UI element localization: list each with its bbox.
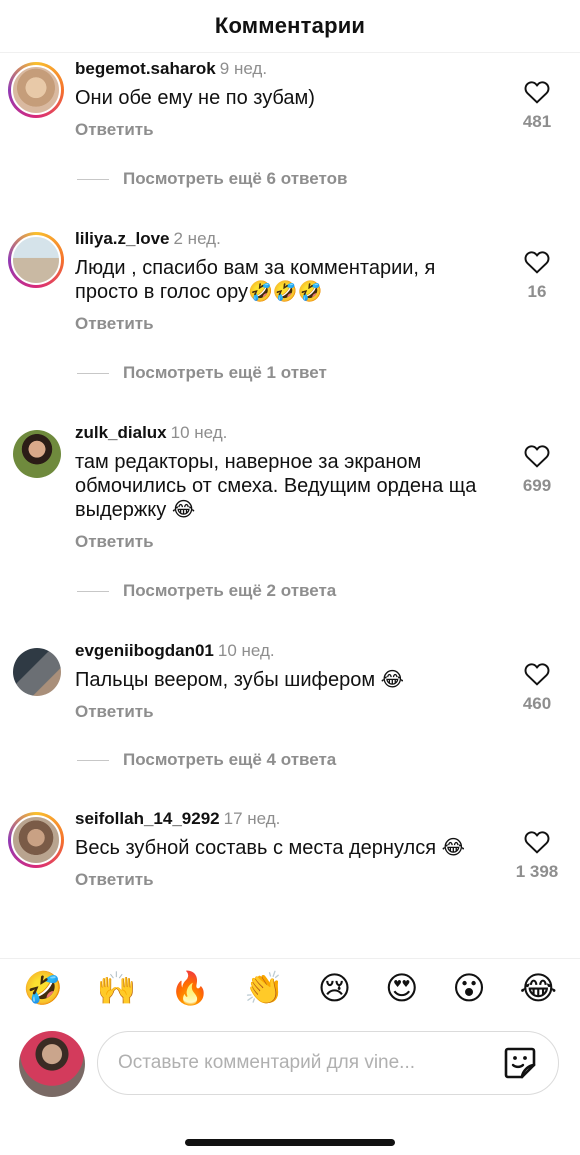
comment: begemot.saharok 9 нед. Они обе ему не по … — [0, 58, 580, 148]
heart-icon — [524, 831, 550, 854]
like-button[interactable]: 481 — [512, 80, 562, 132]
avatar[interactable] — [8, 62, 64, 118]
view-more-replies-label: Посмотреть ещё 6 ответов — [123, 169, 348, 188]
home-indicator[interactable] — [185, 1139, 395, 1146]
emoji-reaction-bar: 🤣 🙌 🔥 👏 😢 😍 😮 😂 — [0, 958, 580, 1016]
comment-time: 10 нед. — [170, 423, 228, 442]
emoji-surprised-button[interactable]: 😮 — [452, 972, 485, 1004]
comment: zulk_dialux 10 нед. там редакторы, наверн… — [0, 422, 580, 562]
like-count: 16 — [527, 282, 547, 301]
avatar[interactable] — [13, 648, 61, 696]
like-count: 481 — [522, 112, 552, 131]
avatar[interactable] — [8, 812, 64, 868]
divider — [77, 590, 109, 592]
like-button[interactable]: 16 — [512, 250, 562, 302]
view-more-replies[interactable]: Посмотреть ещё 6 ответов — [77, 168, 347, 190]
like-count: 1 398 — [515, 862, 559, 881]
view-more-replies[interactable]: Посмотреть ещё 1 ответ — [77, 362, 327, 384]
reply-button[interactable]: Ответить — [75, 702, 154, 722]
reply-button[interactable]: Ответить — [75, 120, 154, 140]
comment-text: Они обе ему не по зубам) — [75, 87, 315, 109]
comment-time: 9 нед. — [219, 59, 268, 78]
emoji-raised-hands-button[interactable]: 🙌 — [97, 972, 137, 1004]
comment-text: Весь зубной составь с места дернулся 😂 — [75, 837, 465, 859]
reply-button[interactable]: Ответить — [75, 314, 154, 334]
emoji-crying-button[interactable]: 😢 — [318, 972, 351, 1004]
reply-button[interactable]: Ответить — [75, 870, 154, 890]
like-count: 460 — [522, 694, 552, 713]
divider — [77, 759, 109, 761]
comment-time: 10 нед. — [217, 641, 275, 660]
heart-icon — [524, 663, 550, 686]
emoji-rofl-button[interactable]: 🤣 — [23, 972, 63, 1004]
heart-icon — [524, 445, 550, 468]
avatar[interactable] — [13, 430, 61, 478]
view-more-replies-label: Посмотреть ещё 1 ответ — [123, 363, 327, 382]
comment-time: 2 нед. — [173, 229, 221, 248]
view-more-replies-label: Посмотреть ещё 4 ответа — [123, 750, 337, 769]
avatar[interactable] — [19, 1031, 85, 1097]
heart-icon — [524, 81, 550, 104]
like-button[interactable]: 699 — [512, 444, 562, 496]
reply-button[interactable]: Ответить — [75, 532, 154, 552]
comment-username[interactable]: begemot.saharok — [75, 59, 216, 78]
avatar[interactable] — [8, 232, 64, 288]
page-title: Комментарии — [214, 13, 366, 38]
sticker-icon[interactable] — [500, 1043, 540, 1083]
comment-username[interactable]: liliya.z_love — [75, 229, 170, 248]
comment-username[interactable]: zulk_dialux — [75, 423, 167, 442]
comment: liliya.z_love 2 нед. Люди , спасибо вам з… — [0, 228, 580, 338]
view-more-replies-label: Посмотреть ещё 2 ответа — [123, 581, 337, 600]
comment-text: Люди , спасибо вам за комментарии, я про… — [75, 257, 436, 303]
heart-icon — [524, 251, 550, 274]
like-button[interactable]: 460 — [512, 662, 562, 714]
emoji-tears-of-joy-button[interactable]: 😂 — [520, 972, 557, 1004]
view-more-replies[interactable]: Посмотреть ещё 4 ответа — [77, 749, 336, 771]
like-count: 699 — [522, 476, 552, 495]
emoji-fire-button[interactable]: 🔥 — [170, 972, 210, 1004]
like-button[interactable]: 1 398 — [512, 830, 562, 882]
comment-text: Пальцы веером, зубы шифером 😂 — [75, 669, 405, 691]
header: Комментарии — [0, 0, 580, 53]
divider — [77, 178, 109, 180]
comment: seifollah_14_9292 17 нед. Весь зубной сос… — [0, 808, 580, 928]
comment-input-wrapper — [97, 1031, 559, 1095]
emoji-heart-eyes-button[interactable]: 😍 — [385, 972, 418, 1004]
comment-username[interactable]: seifollah_14_9292 — [75, 809, 220, 828]
comment-time: 17 нед. — [223, 809, 281, 828]
view-more-replies[interactable]: Посмотреть ещё 2 ответа — [77, 580, 336, 602]
emoji-clap-button[interactable]: 👏 — [244, 972, 284, 1004]
comment-text: там редакторы, наверное за экраном обмоч… — [75, 451, 477, 521]
comment-username[interactable]: evgeniibogdan01 — [75, 641, 214, 660]
comment: evgeniibogdan01 10 нед. Пальцы веером, зу… — [0, 640, 580, 730]
divider — [77, 372, 109, 374]
comment-input[interactable] — [116, 1051, 492, 1075]
comment-composer — [0, 1025, 580, 1105]
